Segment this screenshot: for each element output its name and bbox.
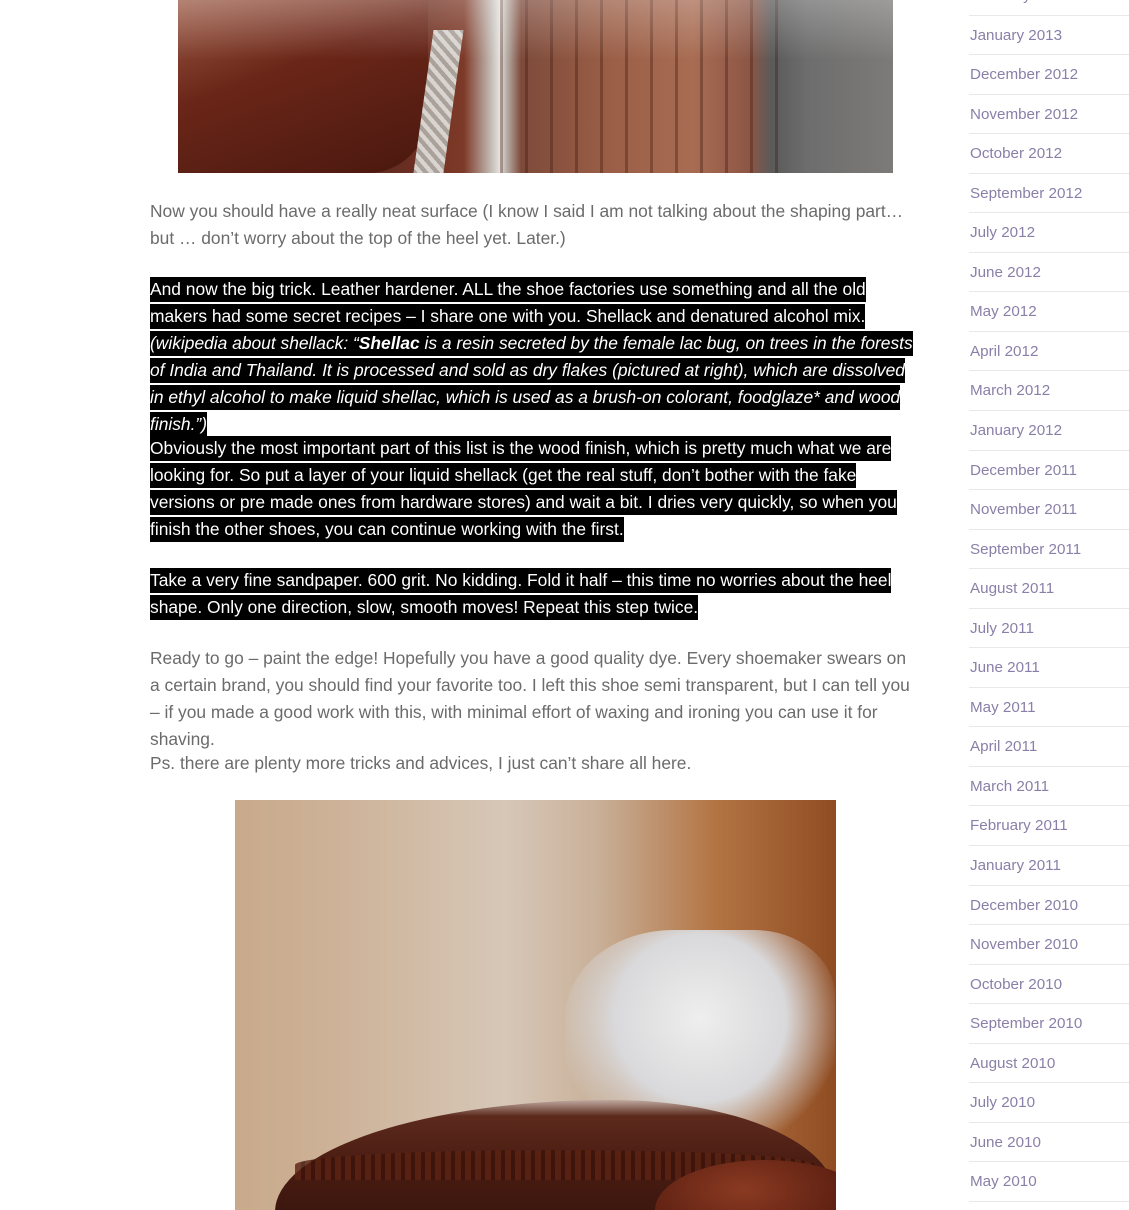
paragraph-leather-hardener: And now the big trick. Leather hardener.… bbox=[150, 276, 920, 438]
archive-link[interactable]: November 2010 bbox=[970, 935, 1078, 955]
archive-list-item: July 2011 bbox=[969, 609, 1129, 649]
archive-list-item: December 2011 bbox=[969, 451, 1129, 491]
archive-list-item: May 2011 bbox=[969, 688, 1129, 728]
archive-link[interactable]: December 2010 bbox=[970, 896, 1078, 916]
archive-list-item: October 2010 bbox=[969, 965, 1129, 1005]
archive-link[interactable]: August 2010 bbox=[970, 1054, 1055, 1074]
archive-list-item: May 2010 bbox=[969, 1162, 1129, 1202]
paragraph-paint-edge: Ready to go – paint the edge! Hopefully … bbox=[150, 648, 910, 749]
paragraph-ps: Ps. there are plenty more tricks and adv… bbox=[150, 753, 692, 773]
archive-link[interactable]: June 2010 bbox=[970, 1133, 1041, 1153]
archive-list-item: February 2013 bbox=[969, 0, 1129, 16]
shoe-heel-edge-photo bbox=[178, 0, 893, 173]
archive-list-item: January 2013 bbox=[969, 16, 1129, 56]
archive-list-item: August 2010 bbox=[969, 1044, 1129, 1084]
archive-link[interactable]: February 2011 bbox=[970, 816, 1068, 836]
archive-link[interactable]: August 2011 bbox=[970, 579, 1054, 599]
archive-list-item: June 2012 bbox=[969, 253, 1129, 293]
archive-link[interactable]: May 2011 bbox=[970, 698, 1036, 718]
archive-list-item: November 2010 bbox=[969, 925, 1129, 965]
archive-list-item: September 2011 bbox=[969, 530, 1129, 570]
archive-link[interactable]: September 2010 bbox=[970, 1014, 1082, 1034]
archive-link[interactable]: March 2011 bbox=[970, 777, 1049, 797]
archive-link[interactable]: May 2012 bbox=[970, 302, 1037, 322]
archive-list-item: November 2011 bbox=[969, 490, 1129, 530]
highlighted-text: Take a very fine sandpaper. 600 grit. No… bbox=[150, 568, 892, 620]
archive-list-item: April 2011 bbox=[969, 727, 1129, 767]
archive-link[interactable]: November 2012 bbox=[970, 105, 1078, 125]
archive-link[interactable]: November 2011 bbox=[970, 500, 1077, 520]
archive-list: February 2013 January 2013 December 2012 No… bbox=[969, 0, 1129, 1202]
archive-list-item: April 2012 bbox=[969, 332, 1129, 372]
archive-link[interactable]: May 2010 bbox=[970, 1172, 1037, 1192]
archive-link[interactable]: January 2011 bbox=[970, 856, 1061, 876]
archive-link[interactable]: February 2013 bbox=[970, 0, 1069, 6]
archive-list-item: March 2012 bbox=[969, 371, 1129, 412]
paragraph-neat-surface: Now you should have a really neat surfac… bbox=[150, 201, 904, 248]
archive-list-item: June 2010 bbox=[969, 1123, 1129, 1163]
shoe-edge-closeup-photo bbox=[235, 800, 836, 1210]
archive-link[interactable]: October 2012 bbox=[970, 144, 1062, 164]
archive-link[interactable]: April 2011 bbox=[970, 737, 1037, 757]
archive-link[interactable]: September 2012 bbox=[970, 184, 1082, 204]
archive-link[interactable]: March 2012 bbox=[970, 381, 1050, 401]
paragraph-wood-finish: Obviously the most important part of thi… bbox=[150, 435, 920, 543]
archive-link[interactable]: January 2013 bbox=[970, 26, 1062, 46]
archive-list-item: December 2012 bbox=[969, 55, 1129, 95]
wikipedia-quote-start: (wikipedia about shellack: “ bbox=[150, 333, 359, 353]
archive-link[interactable]: June 2011 bbox=[970, 658, 1040, 678]
archive-link[interactable]: July 2010 bbox=[970, 1093, 1035, 1113]
archive-list-item: January 2011 bbox=[969, 846, 1129, 886]
sidebar-archives: February 2013 January 2013 December 2012 No… bbox=[969, 0, 1129, 1210]
archive-list-item: June 2011 bbox=[969, 648, 1129, 688]
archive-link[interactable]: January 2012 bbox=[970, 421, 1062, 441]
archive-list-item: March 2011 bbox=[969, 767, 1129, 807]
archive-list-item: October 2012 bbox=[969, 134, 1129, 174]
archive-link[interactable]: December 2011 bbox=[970, 461, 1077, 481]
paragraph-sandpaper: Take a very fine sandpaper. 600 grit. No… bbox=[150, 567, 920, 621]
archive-list-item: December 2010 bbox=[969, 886, 1129, 926]
archive-link[interactable]: December 2012 bbox=[970, 65, 1078, 85]
archive-link[interactable]: October 2010 bbox=[970, 975, 1062, 995]
archive-list-item: July 2010 bbox=[969, 1083, 1129, 1123]
archive-link[interactable]: September 2011 bbox=[970, 540, 1081, 560]
archive-list-item: July 2012 bbox=[969, 213, 1129, 253]
highlighted-text: Obviously the most important part of thi… bbox=[150, 436, 897, 542]
archive-link[interactable]: July 2012 bbox=[970, 223, 1035, 243]
archive-list-item: August 2011 bbox=[969, 569, 1129, 609]
shellac-term: Shellac bbox=[358, 333, 420, 353]
archive-link[interactable]: July 2011 bbox=[970, 619, 1034, 639]
article-content: Now you should have a really neat surfac… bbox=[150, 0, 920, 1210]
highlighted-text: And now the big trick. Leather hardener.… bbox=[150, 277, 913, 437]
archive-list-item: September 2012 bbox=[969, 174, 1129, 214]
archive-list-item: February 2011 bbox=[969, 806, 1129, 847]
archive-list-item: September 2010 bbox=[969, 1004, 1129, 1044]
archive-link[interactable]: June 2012 bbox=[970, 263, 1041, 283]
archive-link[interactable]: April 2012 bbox=[970, 342, 1038, 362]
archive-list-item: January 2012 bbox=[969, 411, 1129, 451]
archive-list-item: November 2012 bbox=[969, 95, 1129, 135]
archive-list-item: May 2012 bbox=[969, 292, 1129, 332]
hardener-text: And now the big trick. Leather hardener.… bbox=[150, 279, 866, 326]
